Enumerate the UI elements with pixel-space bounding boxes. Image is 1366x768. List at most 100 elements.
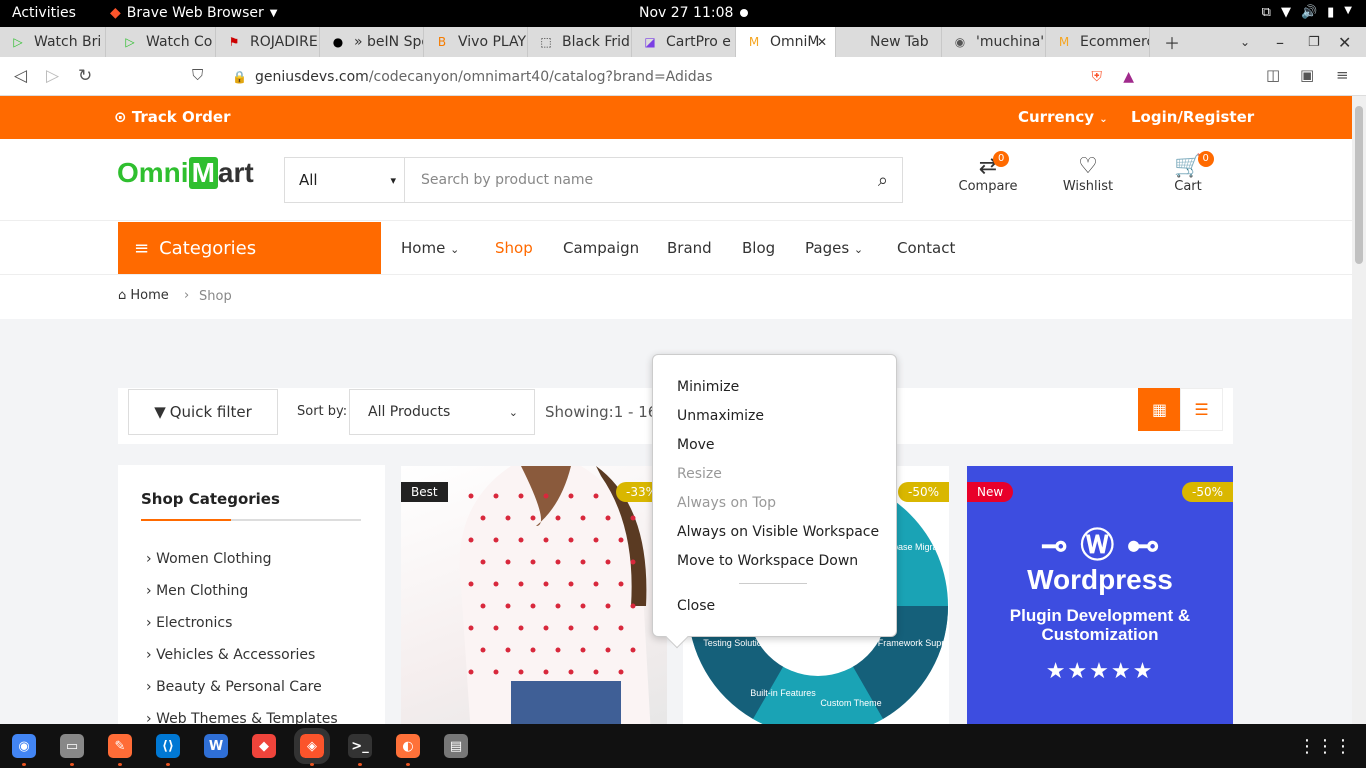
discount-badge: -50% [1181, 482, 1233, 502]
brave-shields-icon[interactable]: ⛨ [1092, 69, 1103, 85]
chevron-down-icon: ⌄ [508, 405, 518, 419]
category-item[interactable]: › Web Themes & Templates [146, 711, 338, 724]
scrollbar-thumb[interactable] [1355, 106, 1363, 264]
reload-icon[interactable]: ↻ [78, 66, 92, 86]
grid-view-button[interactable]: ▦ [1138, 388, 1181, 431]
brave-rewards-icon[interactable]: ▲ [1123, 69, 1134, 85]
wallet-icon[interactable]: ▣ [1300, 66, 1314, 84]
wishlist-button[interactable]: ♡ Wishlist [1048, 155, 1128, 195]
tab-10[interactable]: ◉ 'muchina' [942, 27, 1046, 57]
category-item[interactable]: › Beauty & Personal Care [146, 679, 322, 695]
show-apps-icon[interactable]: ⋮⋮⋮ [1298, 736, 1352, 757]
omnimart-logo[interactable]: Omni Mart [117, 157, 254, 189]
nav-contact[interactable]: Contact [897, 239, 955, 257]
system-tray[interactable]: ⧉ ▼ 🔊 ▮ ▼ [1262, 5, 1352, 20]
category-item[interactable]: › Men Clothing [146, 583, 248, 599]
minimize-window-button[interactable]: – [1276, 27, 1284, 57]
vscode-icon[interactable]: ⟨⟩ [156, 734, 180, 758]
brave-icon[interactable]: ◈ [294, 728, 330, 764]
close-tab-icon[interactable]: ✕ [817, 35, 827, 49]
menu-item-unmaximize[interactable]: Unmaximize [677, 408, 764, 424]
breadcrumb-home[interactable]: ⌂ Home [118, 288, 169, 303]
chevron-right-icon: › [146, 679, 157, 695]
tab-9[interactable]: New Tab [836, 27, 942, 57]
terminal-icon[interactable]: >_ [348, 734, 372, 758]
wishlist-label: Wishlist [1062, 179, 1114, 194]
nav-pages[interactable]: Pages ⌄ [805, 239, 863, 257]
tab-8[interactable]: M OmniM ✕ [736, 27, 836, 57]
sidebar-icon[interactable]: ◫ [1266, 66, 1280, 84]
tab-6[interactable]: ⬚ Black Frid [528, 27, 632, 57]
anydesk-icon[interactable]: ◆ [252, 734, 276, 758]
app-menu[interactable]: ◆ Brave Web Browser ▼ [110, 5, 277, 21]
page-scrollbar[interactable] [1352, 96, 1366, 724]
tab-list-button[interactable]: ⌄ [1240, 27, 1250, 57]
nav-brand[interactable]: Brand [667, 239, 712, 257]
tab-11[interactable]: M Ecommerc [1046, 27, 1150, 57]
menu-item-always-on-visible-workspace[interactable]: Always on Visible Workspace [677, 524, 879, 540]
tab-7[interactable]: ◪ CartPro e [632, 27, 736, 57]
menu-icon[interactable]: ≡ [1336, 66, 1349, 84]
category-item[interactable]: › Electronics [146, 615, 232, 631]
running-indicator [70, 763, 74, 766]
drive-icon[interactable]: ▤ [444, 734, 468, 758]
category-item[interactable]: › Vehicles & Accessories [146, 647, 315, 663]
nav-blog[interactable]: Blog [742, 239, 775, 257]
nav-shop[interactable]: Shop [495, 239, 533, 257]
forward-icon[interactable]: ▷ [46, 66, 59, 86]
quick-filter-button[interactable]: ▼ Quick filter [128, 389, 278, 435]
clock[interactable]: Nov 27 11:08 [639, 5, 733, 21]
compare-button[interactable]: ⇄ 0 Compare [948, 151, 1028, 194]
omnimart-icon: M [1058, 35, 1070, 49]
menu-item-move[interactable]: Move [677, 437, 715, 453]
tab-label: Watch Co [146, 34, 213, 50]
files-icon[interactable]: ▭ [60, 734, 84, 758]
back-icon[interactable]: ◁ [14, 66, 27, 86]
currency-dropdown[interactable]: Currency ⌄ [1018, 108, 1108, 126]
cart-button[interactable]: 🛒 0 Cart [1148, 151, 1228, 194]
tab-4[interactable]: ● » beIN Spo [320, 27, 424, 57]
tab-1[interactable]: ▷ Watch Bri [0, 27, 106, 57]
product-tag: Best [401, 482, 448, 502]
menu-item-move-to-workspace-down[interactable]: Move to Workspace Down [677, 553, 858, 569]
firefox-icon[interactable]: ◐ [396, 734, 420, 758]
tab-3[interactable]: ⚑ ROJADIRE [216, 27, 320, 57]
segment-label-4: Built-in Features [750, 688, 816, 698]
product-image-blouse [459, 466, 651, 724]
track-order-link[interactable]: ⊙ Track Order [114, 108, 230, 126]
chrome-icon[interactable]: ◉ [12, 734, 36, 758]
sort-select[interactable]: All Products ⌄ [349, 389, 535, 435]
wps-icon[interactable]: W [204, 734, 228, 758]
search-category-select[interactable]: All ▾ [285, 158, 405, 202]
menu-item-close[interactable]: Close [677, 598, 715, 614]
segment-label-2: Micro Framework Support [853, 638, 949, 648]
categories-button[interactable]: ≡ Categories [118, 222, 381, 274]
browser-toolbar: ◁ ▷ ↻ ⛉ 🔒 geniusdevs.com /codecanyon/omn… [0, 57, 1366, 96]
restore-window-button[interactable]: ❐ [1308, 27, 1320, 57]
shop-categories-title: Shop Categories [141, 490, 280, 508]
product-card-1[interactable]: Best -33% [401, 466, 667, 724]
window-context-menu: Minimize Unmaximize Move Resize Always on To… [652, 354, 897, 649]
chevron-right-icon: › [146, 551, 157, 567]
tab-2[interactable]: ▷ Watch Co [112, 27, 216, 57]
search-icon[interactable]: ⌕ [878, 170, 888, 191]
category-item[interactable]: › Women Clothing [146, 551, 271, 567]
search-input[interactable]: Search by product name ⌕ [405, 158, 902, 202]
running-indicator [358, 763, 362, 766]
postman-icon[interactable]: ✎ [108, 734, 132, 758]
menu-item-minimize[interactable]: Minimize [677, 379, 739, 395]
activities-button[interactable]: Activities [12, 5, 76, 21]
address-bar[interactable]: 🔒 geniusdevs.com /codecanyon/omnimart40/… [222, 62, 1144, 91]
nav-campaign[interactable]: Campaign [563, 239, 639, 257]
login-register-link[interactable]: Login/Register [1131, 108, 1254, 126]
close-window-button[interactable]: ✕ [1338, 27, 1351, 57]
url-domain: geniusdevs.com [254, 68, 369, 85]
new-tab-button[interactable]: ＋ [1164, 27, 1180, 57]
product-card-3[interactable]: New -50% ⊸ Ⓦ ⊷ Wordpress Plugin Developm… [967, 466, 1233, 724]
list-view-button[interactable]: ☰ [1180, 388, 1223, 431]
tab-label: ROJADIRE [250, 34, 318, 50]
logo-text: Omni [117, 157, 189, 188]
tab-5[interactable]: B Vivo PLAY [424, 27, 528, 57]
nav-home[interactable]: Home ⌄ [401, 239, 459, 257]
bookmark-icon[interactable]: ⛉ [192, 66, 203, 84]
